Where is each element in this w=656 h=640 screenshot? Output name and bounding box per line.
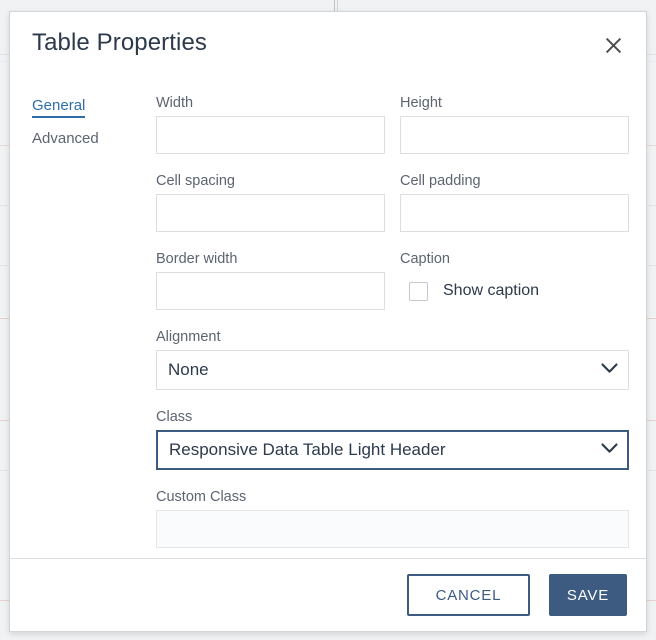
field-caption: Caption Show caption bbox=[400, 250, 629, 310]
class-selected-value: Responsive Data Table Light Header bbox=[169, 440, 446, 460]
tab-general[interactable]: General bbox=[32, 97, 85, 118]
tab-advanced[interactable]: Advanced bbox=[32, 130, 99, 151]
height-input[interactable] bbox=[400, 116, 629, 154]
class-label: Class bbox=[156, 408, 629, 426]
alignment-select[interactable]: None bbox=[156, 350, 629, 390]
show-caption-checkbox[interactable] bbox=[409, 282, 428, 301]
cell-padding-label: Cell padding bbox=[400, 172, 629, 190]
close-icon[interactable] bbox=[599, 31, 627, 59]
field-class: Class Responsive Data Table Light Header bbox=[156, 408, 629, 470]
dialog-body: General Advanced Width Height bbox=[10, 80, 646, 558]
table-properties-dialog: Table Properties General Advanced Width bbox=[9, 11, 647, 632]
table-properties-form: Width Height Cell spacing Cell padding bbox=[156, 94, 628, 566]
cell-spacing-label: Cell spacing bbox=[156, 172, 385, 190]
alignment-label: Alignment bbox=[156, 328, 629, 346]
show-caption-checkbox-row[interactable]: Show caption bbox=[400, 272, 629, 310]
field-border-width: Border width bbox=[156, 250, 385, 310]
dialog-footer: CANCEL SAVE bbox=[10, 558, 646, 631]
field-cell-spacing: Cell spacing bbox=[156, 172, 385, 232]
field-width: Width bbox=[156, 94, 385, 154]
custom-class-input[interactable] bbox=[156, 510, 629, 548]
dialog-tabs: General Advanced bbox=[32, 97, 142, 163]
border-width-input[interactable] bbox=[156, 272, 385, 310]
width-label: Width bbox=[156, 94, 385, 112]
height-label: Height bbox=[400, 94, 629, 112]
class-select[interactable]: Responsive Data Table Light Header bbox=[156, 430, 629, 470]
custom-class-label: Custom Class bbox=[156, 488, 629, 506]
class-select-wrap: Responsive Data Table Light Header bbox=[156, 430, 629, 470]
border-width-label: Border width bbox=[156, 250, 385, 268]
field-cell-padding: Cell padding bbox=[400, 172, 629, 232]
field-height: Height bbox=[400, 94, 629, 154]
field-custom-class: Custom Class bbox=[156, 488, 629, 548]
cell-spacing-input[interactable] bbox=[156, 194, 385, 232]
dialog-header: Table Properties bbox=[10, 12, 646, 80]
background-column-divider bbox=[334, 0, 335, 11]
cell-padding-input[interactable] bbox=[400, 194, 629, 232]
alignment-selected-value: None bbox=[168, 360, 209, 380]
show-caption-label: Show caption bbox=[443, 282, 539, 300]
width-input[interactable] bbox=[156, 116, 385, 154]
save-button[interactable]: SAVE bbox=[549, 574, 627, 616]
dialog-title: Table Properties bbox=[32, 29, 207, 57]
field-alignment: Alignment None bbox=[156, 328, 629, 390]
background-column-divider bbox=[337, 0, 338, 11]
alignment-select-wrap: None bbox=[156, 350, 629, 390]
caption-label: Caption bbox=[400, 250, 629, 268]
cancel-button[interactable]: CANCEL bbox=[407, 574, 530, 616]
